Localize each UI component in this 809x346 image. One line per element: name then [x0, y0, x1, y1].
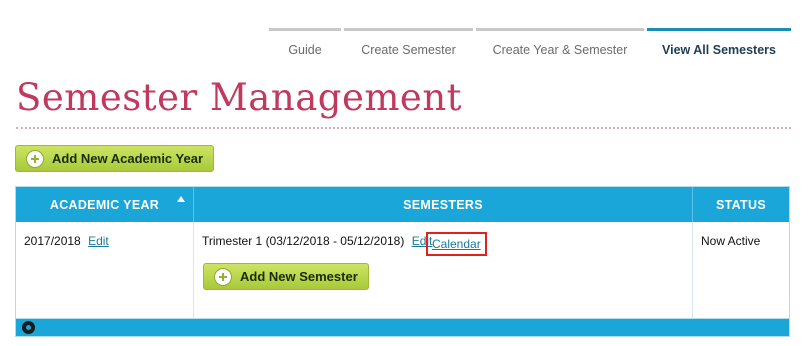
- page-title: Semester Management: [16, 76, 463, 119]
- cell-status: Now Active: [693, 222, 789, 318]
- plus-circle-icon: [26, 149, 44, 168]
- calendar-link[interactable]: Calendar: [432, 237, 481, 251]
- status-value: Now Active: [701, 234, 761, 248]
- tab-create-semester[interactable]: Create Semester: [344, 28, 473, 68]
- header-academic-year-label: ACADEMIC YEAR: [49, 197, 160, 212]
- edit-year-link[interactable]: Edit: [88, 234, 109, 248]
- add-academic-year-button[interactable]: Add New Academic Year: [15, 145, 215, 172]
- header-status: STATUS: [716, 197, 766, 212]
- semester-name: Trimester 1 (03/12/2018 - 05/12/2018): [202, 234, 405, 248]
- tab-create-year-semester[interactable]: Create Year & Semester: [476, 28, 644, 68]
- header-semesters: SEMESTERS: [194, 187, 693, 222]
- semester-table: ACADEMIC YEAR SEMESTERS STATUS 2017/2018…: [15, 186, 790, 337]
- tab-guide[interactable]: Guide: [269, 28, 341, 68]
- table-footer: [16, 318, 789, 336]
- add-academic-year-label: Add New Academic Year: [52, 151, 204, 166]
- plus-circle-icon: [214, 267, 232, 286]
- add-semester-label: Add New Semester: [240, 269, 358, 284]
- title-divider: [16, 127, 791, 129]
- add-semester-button[interactable]: Add New Semester: [203, 263, 369, 290]
- header-academic-year[interactable]: ACADEMIC YEAR: [16, 187, 194, 222]
- calendar-link-highlight: Calendar: [426, 232, 487, 256]
- cell-academic-year: 2017/2018 Edit: [16, 222, 194, 318]
- top-tabs: Guide Create Semester Create Year & Seme…: [269, 28, 791, 68]
- table-row: 2017/2018 Edit Trimester 1 (03/12/2018 -…: [16, 222, 789, 318]
- sort-asc-icon[interactable]: [177, 196, 185, 202]
- tab-view-all-semesters[interactable]: View All Semesters: [647, 28, 791, 68]
- gear-icon[interactable]: [23, 322, 34, 333]
- table-header: ACADEMIC YEAR SEMESTERS STATUS: [16, 187, 789, 222]
- academic-year-value: 2017/2018: [24, 234, 81, 248]
